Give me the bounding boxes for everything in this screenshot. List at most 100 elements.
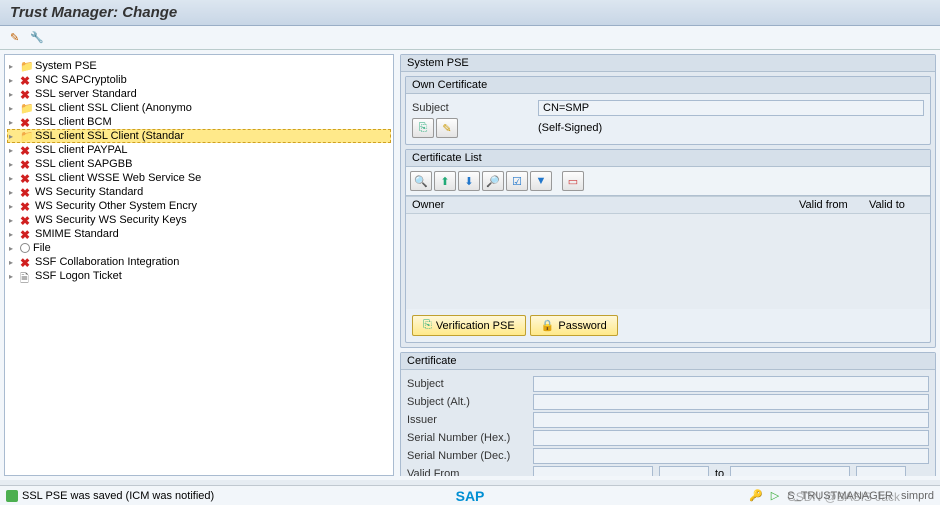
cert-valid-to-time (856, 466, 906, 476)
own-cert-btn1[interactable]: ⎘ (412, 118, 434, 138)
col-valid-to: Valid to (869, 199, 924, 211)
status-tcode: S_TRUSTMANAGER (787, 490, 893, 502)
expand-icon[interactable]: ▸ (9, 188, 17, 196)
circle-icon (20, 243, 30, 253)
expand-icon[interactable]: ▸ (9, 132, 17, 140)
cert-to-label: to (715, 468, 724, 476)
toggle-edit-icon[interactable]: ✎ (10, 31, 24, 45)
filter-icon[interactable]: ▼ (530, 171, 552, 191)
tree-item-label: SSL client SSL Client (Anonymo (35, 102, 192, 114)
cert-issuer-label: Issuer (407, 414, 527, 426)
error-icon (20, 214, 32, 226)
cert-subject-value (533, 376, 929, 392)
status-message: SSL PSE was saved (ICM was notified) (22, 490, 214, 502)
window-title: Trust Manager: Change (0, 0, 940, 26)
tree-item-12[interactable]: ▸ SMIME Standard (7, 227, 391, 241)
certificate-group: Certificate Subject Subject (Alt.) Issue… (400, 352, 936, 476)
error-icon (20, 200, 32, 212)
cert-issuer-value (533, 412, 929, 428)
col-owner: Owner (412, 199, 799, 211)
expand-icon[interactable]: ▸ (9, 272, 17, 280)
delete-icon[interactable]: ▭ (562, 171, 584, 191)
tree-item-11[interactable]: ▸ WS Security WS Security Keys (7, 213, 391, 227)
col-valid-from: Valid from (799, 199, 869, 211)
tree-item-15[interactable]: ▸SSF Logon Ticket (7, 269, 391, 283)
import-icon[interactable]: ⬆ (434, 171, 456, 191)
app-toolbar: ✎ 🔧 (0, 26, 940, 50)
tree-item-0[interactable]: ▸System PSE (7, 59, 391, 73)
expand-icon[interactable]: ▸ (9, 104, 17, 112)
cert-valid-from-date (533, 466, 653, 476)
tree-item-10[interactable]: ▸WS Security Other System Encry (7, 199, 391, 213)
cert-serial-hex-value (533, 430, 929, 446)
tree-item-label: WS Security WS Security Keys (35, 214, 187, 226)
expand-icon[interactable]: ▸ (9, 62, 17, 70)
tree-item-label: File (33, 242, 51, 254)
tree-item-label: SSL client PAYPAL (35, 144, 128, 156)
cert-list-body[interactable] (406, 214, 930, 309)
pse-tree[interactable]: ▸System PSE▸SNC SAPCryptolib▸SSL server … (4, 54, 394, 476)
tree-item-13[interactable]: ▸ File (7, 241, 391, 255)
tree-item-9[interactable]: ▸ WS Security Standard (7, 185, 391, 199)
expand-icon[interactable]: ▸ (9, 202, 17, 210)
password-button[interactable]: 🔒 Password (530, 315, 618, 336)
export-icon[interactable]: ⬇ (458, 171, 480, 191)
cert-valid-from-label: Valid From (407, 468, 527, 476)
own-cert-btn2[interactable]: ✎ (436, 118, 458, 138)
system-pse-group: System PSE Own Certificate Subject CN=SM… (400, 54, 936, 348)
document-icon (20, 270, 32, 282)
subject-value: CN=SMP (538, 100, 924, 116)
tree-item-2[interactable]: ▸SSL server Standard (7, 87, 391, 101)
expand-icon[interactable]: ▸ (9, 118, 17, 126)
tree-item-label: SSL client WSSE Web Service Se (35, 172, 201, 184)
cert-subject-alt-label: Subject (Alt.) (407, 396, 527, 408)
verification-pse-button[interactable]: ⎘ Verification PSE (412, 315, 526, 336)
tree-item-14[interactable]: ▸SSF Collaboration Integration (7, 255, 391, 269)
cert-list-title: Certificate List (406, 150, 930, 167)
error-icon (20, 158, 32, 170)
tree-item-label: SSL client SSL Client (Standar (35, 130, 184, 142)
expand-icon[interactable]: ▸ (9, 258, 17, 266)
error-icon (20, 256, 32, 268)
tree-item-label: SMIME Standard (35, 228, 119, 240)
tree-item-1[interactable]: ▸ SNC SAPCryptolib (7, 73, 391, 87)
certificate-group-title: Certificate (401, 353, 935, 370)
sap-logo: SAP (456, 488, 485, 504)
nav-icon[interactable]: ▷ (771, 489, 779, 502)
error-icon (20, 116, 32, 128)
key-icon[interactable]: 🔑 (749, 489, 763, 502)
find-icon[interactable]: 🔎 (482, 171, 504, 191)
cert-list-toolbar: 🔍 ⬆ ⬇ 🔎 ☑ ▼ ▭ (406, 167, 930, 196)
expand-icon[interactable]: ▸ (9, 160, 17, 168)
tree-item-label: WS Security Standard (35, 186, 143, 198)
expand-icon[interactable]: ▸ (9, 230, 17, 238)
tree-item-label: SSL client SAPGBB (35, 158, 132, 170)
status-system: simprd (901, 490, 934, 502)
select-icon[interactable]: ☑ (506, 171, 528, 191)
tool-icon[interactable]: 🔧 (30, 31, 44, 45)
cert-valid-from-time (659, 466, 709, 476)
cert-serial-hex-label: Serial Number (Hex.) (407, 432, 527, 444)
tree-item-6[interactable]: ▸ SSL client PAYPAL (7, 143, 391, 157)
own-certificate-title: Own Certificate (406, 77, 930, 94)
tree-item-3[interactable]: ▸ SSL client SSL Client (Anonymo (7, 101, 391, 115)
expand-icon[interactable]: ▸ (9, 174, 17, 182)
verify-icon: ⎘ (423, 319, 432, 332)
error-icon (20, 88, 32, 100)
cert-serial-dec-label: Serial Number (Dec.) (407, 450, 527, 462)
tree-item-4[interactable]: ▸ SSL client BCM (7, 115, 391, 129)
expand-icon[interactable]: ▸ (9, 90, 17, 98)
tree-item-label: SNC SAPCryptolib (35, 74, 127, 86)
expand-icon[interactable]: ▸ (9, 146, 17, 154)
expand-icon[interactable]: ▸ (9, 76, 17, 84)
details-icon[interactable]: 🔍 (410, 171, 432, 191)
tree-item-8[interactable]: ▸ SSL client WSSE Web Service Se (7, 171, 391, 185)
tree-item-7[interactable]: ▸ SSL client SAPGBB (7, 157, 391, 171)
folder-icon (20, 102, 32, 114)
tree-item-label: SSL client BCM (35, 116, 112, 128)
expand-icon[interactable]: ▸ (9, 216, 17, 224)
error-icon (20, 144, 32, 156)
expand-icon[interactable]: ▸ (9, 244, 17, 252)
tree-item-5[interactable]: ▸ SSL client SSL Client (Standar (7, 129, 391, 143)
system-pse-title: System PSE (401, 55, 935, 72)
